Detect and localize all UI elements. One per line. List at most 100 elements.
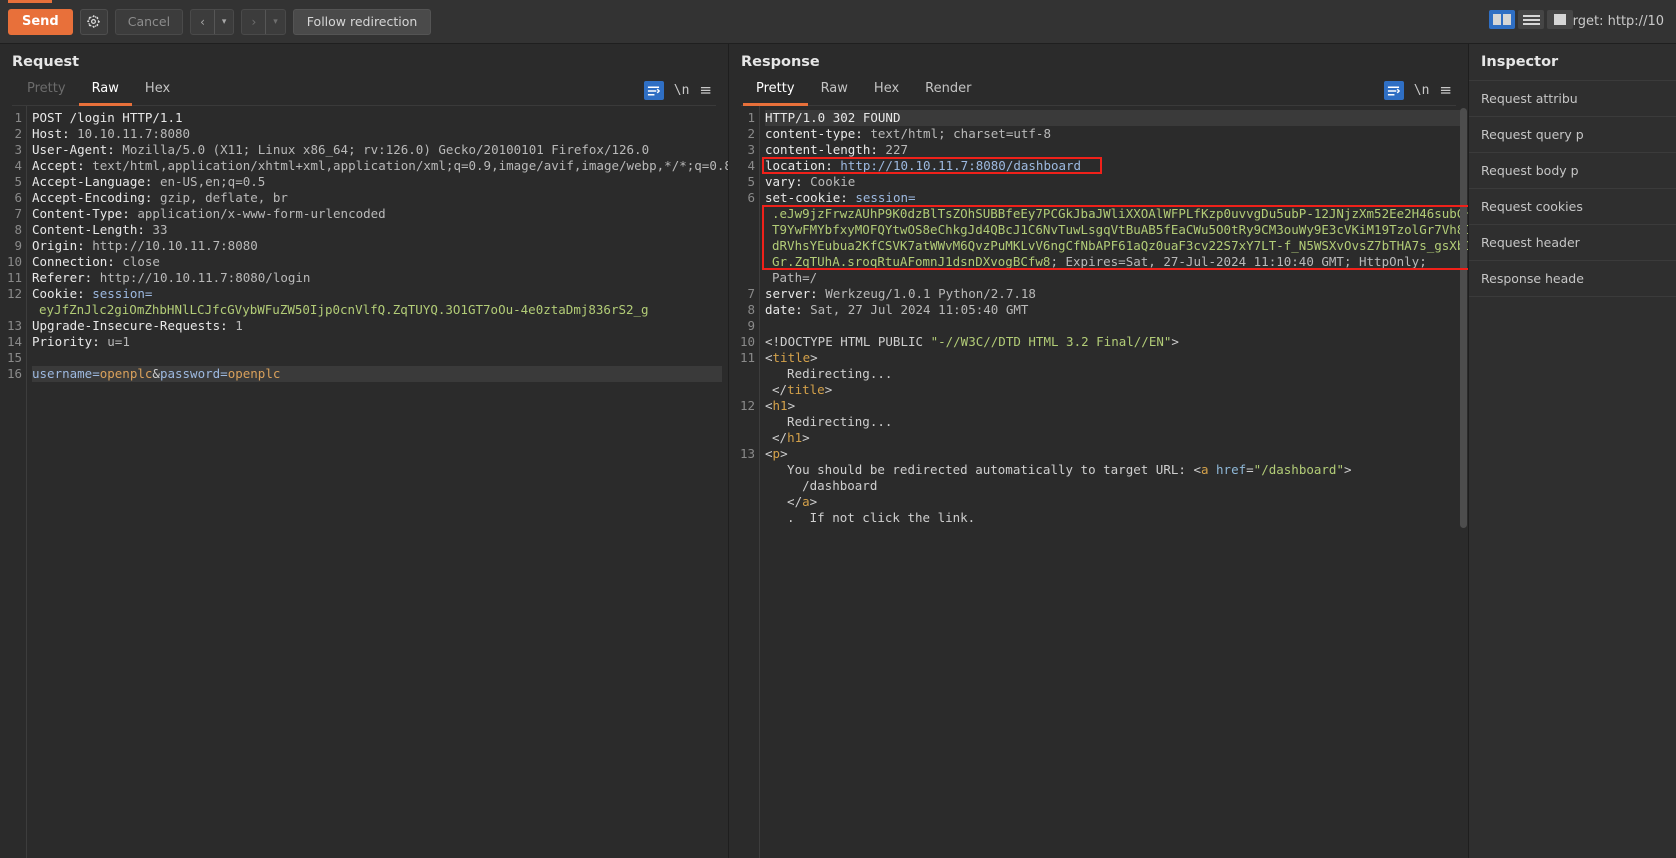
code-token: T9YwFMYbfxyMOFQYtwOS8eChkgJd4QBcJ1C6NvTu… xyxy=(772,222,1468,237)
inspector-item-request-body-params[interactable]: Request body p xyxy=(1469,152,1676,188)
code-token: href xyxy=(1216,462,1247,477)
code-line: Redirecting... xyxy=(765,414,1462,430)
word-wrap-icon[interactable] xyxy=(643,81,664,100)
cancel-button[interactable]: Cancel xyxy=(114,8,184,35)
inspector-item-response-headers[interactable]: Response heade xyxy=(1469,260,1676,297)
code-token: title xyxy=(772,350,811,365)
code-line: Gr.ZqTUhA.sroqRtuAFomnJ1dsnDXvogBCfw8; E… xyxy=(765,254,1462,270)
code-token: a xyxy=(802,494,810,509)
tab-request-hex[interactable]: Hex xyxy=(132,78,183,106)
code-token: set-cookie: xyxy=(765,190,856,205)
code-token: location: xyxy=(765,158,841,173)
code-token: en-US,en;q=0.5 xyxy=(159,174,266,189)
code-token: Cookie: xyxy=(32,286,93,301)
response-editor[interactable]: 1 2 3 4 5 6 7 8 9 10 11 12 13 HTTP/1.0 302 FOUND cont… xyxy=(729,106,1468,858)
code-token: . If not click the link. xyxy=(772,510,976,525)
code-token: session= xyxy=(92,286,153,301)
code-token: vary: xyxy=(765,174,811,189)
tab-request-pretty[interactable]: Pretty xyxy=(14,78,79,106)
split-horizontal-icon[interactable] xyxy=(1518,10,1544,29)
inspector-item-request-headers[interactable]: Request header xyxy=(1469,224,1676,260)
tab-response-pretty[interactable]: Pretty xyxy=(743,78,808,106)
tab-response-hex[interactable]: Hex xyxy=(861,78,912,106)
code-token: HTTP/1.0 xyxy=(765,110,833,125)
line-number: 10 xyxy=(6,254,22,269)
code-line: Upgrade-Insecure-Requests: 1 xyxy=(32,318,722,334)
code-token: .eJw9jzFrwzAUhP9K0dzBlTsZOhSUBBfeEy7PCGk… xyxy=(772,206,1468,221)
code-token: application/x-www-form-urlencoded xyxy=(137,206,386,221)
code-token: 33 xyxy=(152,222,168,237)
code-token: openplc xyxy=(99,366,153,381)
code-line: Accept: text/html,application/xhtml+xml,… xyxy=(32,158,728,174)
line-number: 13 xyxy=(739,446,755,461)
next-request-button[interactable]: › ▾ xyxy=(241,8,286,35)
request-tabs: Pretty Raw Hex \n ≡ xyxy=(12,78,716,106)
code-line: content-length: 227 xyxy=(765,142,1462,158)
tab-request-raw[interactable]: Raw xyxy=(78,78,132,106)
line-number: 10 xyxy=(739,334,755,349)
request-editor[interactable]: 1 2 3 4 5 6 7 8 9 10 11 12 13 14 15 16 POST /login HTTP… xyxy=(0,106,728,858)
prev-request-button[interactable]: ‹ ▾ xyxy=(190,8,235,35)
response-menu-icon[interactable]: ≡ xyxy=(1439,83,1452,98)
code-token: & xyxy=(152,366,160,381)
code-token: eyJfZnJlc2giOmZhbHNlLCJfcGVybWFuZW50Ijp0… xyxy=(39,302,649,317)
code-token: Origin: xyxy=(32,238,93,253)
line-number: 1 xyxy=(14,110,22,125)
code-token: password= xyxy=(159,366,228,381)
gutter-divider xyxy=(759,106,760,858)
code-token: < xyxy=(1193,462,1201,477)
code-token: </ xyxy=(772,430,788,445)
line-number: 11 xyxy=(6,270,22,285)
request-code[interactable]: POST /login HTTP/1.1 Host: 10.10.11.7:808… xyxy=(32,106,728,858)
scrollbar-thumb[interactable] xyxy=(1460,108,1467,528)
response-scrollbar[interactable] xyxy=(1459,106,1468,858)
single-pane-icon[interactable] xyxy=(1547,10,1573,29)
line-number: 13 xyxy=(6,318,22,333)
line-number xyxy=(729,494,755,510)
code-line: You should be redirected automatically t… xyxy=(765,462,1462,478)
line-number: 4 xyxy=(14,158,22,173)
code-token: h1 xyxy=(787,430,803,445)
line-number: 3 xyxy=(14,142,22,157)
request-menu-icon[interactable]: ≡ xyxy=(699,83,712,98)
repeater-toolbar: Send Cancel ‹ ▾ › ▾ Follow redirection T… xyxy=(0,0,1676,44)
request-gutter: 1 2 3 4 5 6 7 8 9 10 11 12 13 14 15 16 xyxy=(0,106,26,858)
code-token: close xyxy=(122,254,160,269)
follow-redirection-button[interactable]: Follow redirection xyxy=(292,8,432,35)
code-line: <h1> xyxy=(765,398,1462,414)
tab-response-raw[interactable]: Raw xyxy=(808,78,861,106)
code-token: User-Agent: xyxy=(32,142,123,157)
inspector-item-request-cookies[interactable]: Request cookies xyxy=(1469,188,1676,224)
code-token: Accept-Encoding: xyxy=(32,190,160,205)
split-vertical-icon[interactable] xyxy=(1489,10,1515,29)
word-wrap-icon[interactable] xyxy=(1383,81,1404,100)
code-line: vary: Cookie xyxy=(765,174,1462,190)
view-mode-buttons xyxy=(1489,10,1573,29)
code-token: > xyxy=(1343,462,1352,477)
response-tool-icons: \n ≡ xyxy=(1383,81,1456,105)
line-number xyxy=(729,270,755,286)
code-line: <title> xyxy=(765,350,1462,366)
code-token: 302 FOUND xyxy=(832,110,901,125)
tab-response-render[interactable]: Render xyxy=(912,78,984,106)
request-tool-icons: \n ≡ xyxy=(643,81,716,105)
chevron-down-icon: ▾ xyxy=(273,16,278,27)
line-number: 6 xyxy=(747,190,755,205)
code-token: Sat, 27 Jul 2024 11:05:40 GMT xyxy=(810,302,1029,317)
show-newlines-icon[interactable]: \n xyxy=(674,83,690,98)
line-number: 1 xyxy=(747,110,755,125)
send-button[interactable]: Send xyxy=(8,8,73,35)
inspector-item-request-query-params[interactable]: Request query p xyxy=(1469,116,1676,152)
inspector-item-request-attributes[interactable]: Request attribu xyxy=(1469,80,1676,116)
code-token: date: xyxy=(765,302,811,317)
response-code[interactable]: HTTP/1.0 302 FOUND content-type: text/htm… xyxy=(765,106,1468,858)
code-token: content-type: xyxy=(765,126,871,141)
show-newlines-icon[interactable]: \n xyxy=(1414,83,1430,98)
code-token: Host: xyxy=(32,126,78,141)
next-arrow-icon: › xyxy=(251,14,257,29)
code-token: = xyxy=(1246,462,1254,477)
code-line: Connection: close xyxy=(32,254,722,270)
gear-icon[interactable] xyxy=(79,8,108,35)
